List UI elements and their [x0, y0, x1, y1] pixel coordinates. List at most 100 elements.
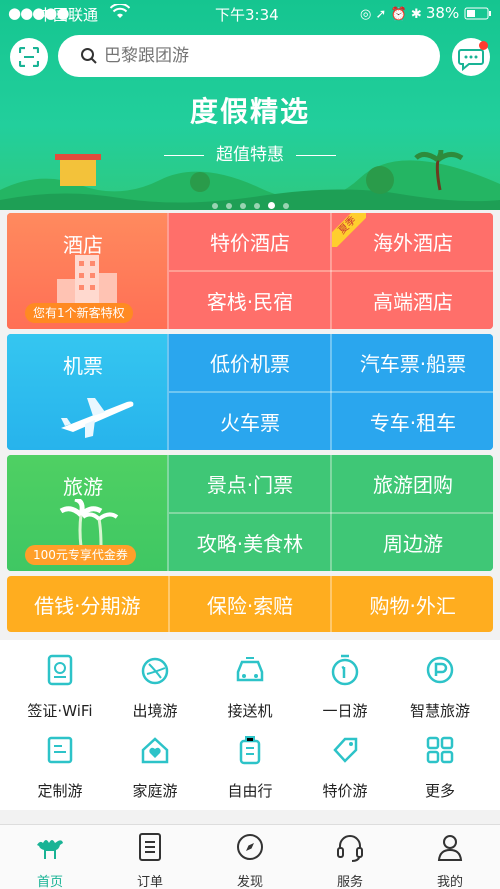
- tab-home[interactable]: 首页: [0, 831, 100, 889]
- message-button[interactable]: [452, 38, 490, 76]
- season-tag-text: 夏季: [332, 213, 366, 247]
- shortcut-day-trip[interactable]: 一日游: [295, 650, 395, 721]
- bus-ferry-tickets[interactable]: 汽车票·船票: [332, 334, 493, 391]
- clock: 下午3:34: [215, 6, 279, 24]
- flight-row: 机票 低价机票 汽车票·船票 火车票 专车·租车: [7, 334, 493, 450]
- shopping-forex[interactable]: 购物·外汇: [332, 576, 493, 632]
- tab-service[interactable]: 服务: [300, 831, 400, 889]
- family-icon: [141, 737, 169, 764]
- shortcut-more[interactable]: 更多: [390, 730, 490, 801]
- travel-coupon-badge[interactable]: 100元专享代金券: [25, 545, 136, 565]
- shortcut-discount-tour[interactable]: 特价游: [295, 730, 395, 801]
- battery-indicator: ◎ ➚ ⏰ ✱ 38%: [360, 4, 492, 22]
- palm-tree-icon: [59, 499, 119, 548]
- shortcut-outbound[interactable]: 出境游: [105, 650, 205, 721]
- carousel-dot[interactable]: [253, 203, 260, 209]
- price-tag-icon: [333, 737, 358, 763]
- guides-food[interactable]: 攻略·美食林: [169, 514, 331, 571]
- shortcut-label: 家庭游: [132, 782, 178, 800]
- shortcut-label: 定制游: [37, 782, 83, 800]
- nearby-trips[interactable]: 周边游: [332, 514, 493, 571]
- shortcut-grid: 签证·WiFi 出境游 接送机 一日游 智慧旅游 定制游 家庭游 自由行 特价游…: [0, 640, 500, 810]
- shortcut-smart-travel[interactable]: 智慧旅游: [390, 650, 490, 721]
- shortcut-label: 签证·WiFi: [27, 702, 93, 720]
- app-screen: ●●●●● 中国联通 下午3:34 ◎ ➚ ⏰ ✱ 38% 度假精选 超值特惠: [0, 0, 500, 889]
- custom-tour-icon: [47, 736, 73, 764]
- discount-hotel[interactable]: 特价酒店: [169, 213, 331, 270]
- luggage-icon: [239, 736, 261, 765]
- search-input[interactable]: [104, 43, 424, 69]
- shortcut-airport-transfer[interactable]: 接送机: [200, 650, 300, 721]
- hotel-building-icon: [57, 255, 117, 309]
- tab-label: 订单: [136, 875, 163, 889]
- smart-travel-icon: [426, 656, 454, 684]
- banner-title: 度假精选: [189, 95, 310, 128]
- divider: [167, 213, 169, 329]
- tab-discover[interactable]: 发现: [200, 831, 300, 889]
- divider: [330, 455, 332, 571]
- group-buy[interactable]: 旅游团购: [332, 455, 493, 512]
- carousel-dot[interactable]: [211, 203, 218, 209]
- premium-hotel[interactable]: 高端酒店: [332, 272, 493, 329]
- airplane-icon: [61, 398, 134, 438]
- shortcut-label: 自由行: [227, 782, 273, 800]
- battery-percent: 38%: [425, 4, 460, 22]
- insurance-claims[interactable]: 保险·索赔: [169, 576, 333, 632]
- hotel-promo-badge[interactable]: 您有1个新客特权: [25, 303, 133, 323]
- tab-label: 服务: [336, 875, 363, 889]
- inn-homestay[interactable]: 客栈·民宿: [169, 272, 331, 329]
- divider: [167, 334, 169, 450]
- notification-dot: [479, 41, 488, 50]
- compass-icon: [237, 834, 263, 860]
- flight-main-tile[interactable]: 机票: [7, 334, 167, 450]
- tab-bar: 首页 订单 发现 服务 我的: [0, 824, 500, 889]
- status-bar: ●●●●● 中国联通 下午3:34 ◎ ➚ ⏰ ✱ 38%: [0, 0, 500, 28]
- finance-row: 借钱·分期游 保险·索赔 购物·外汇: [7, 576, 493, 632]
- carousel-dot[interactable]: [225, 203, 232, 209]
- attraction-tickets[interactable]: 景点·门票: [169, 455, 331, 512]
- travel-row: 旅游 100元专享代金券 景点·门票 旅游团购 攻略·美食林 周边游: [7, 455, 493, 571]
- search-icon: [81, 48, 97, 64]
- divider: [330, 213, 332, 329]
- carousel-dot[interactable]: [282, 203, 289, 209]
- shortcut-label: 智慧旅游: [409, 702, 470, 720]
- service-grid: 酒店 您有1个新客特权 特价酒店 海外酒店 客栈·民宿 高端酒店 夏季 机票 低…: [7, 213, 493, 632]
- scan-button[interactable]: [10, 38, 48, 76]
- tab-label: 发现: [236, 875, 263, 889]
- outbound-icon: [141, 657, 169, 685]
- status-icons: ◎ ➚ ⏰ ✱: [360, 7, 426, 22]
- carousel-indicator: [0, 194, 500, 210]
- shortcut-family-tour[interactable]: 家庭游: [105, 730, 205, 801]
- travel-main-tile[interactable]: 旅游 100元专享代金券: [7, 455, 167, 571]
- grid-icon: [426, 736, 454, 764]
- hero-banner[interactable]: ●●●●● 中国联通 下午3:34 ◎ ➚ ⏰ ✱ 38% 度假精选 超值特惠: [0, 0, 500, 210]
- order-icon: [139, 833, 161, 861]
- hotel-row: 酒店 您有1个新客特权 特价酒店 海外酒店 客栈·民宿 高端酒店 夏季: [7, 213, 493, 329]
- car-icon: [236, 657, 264, 682]
- hotel-main-tile[interactable]: 酒店 您有1个新客特权: [7, 213, 167, 329]
- shortcut-label: 更多: [424, 782, 455, 800]
- shortcut-visa-wifi[interactable]: 签证·WiFi: [10, 650, 110, 721]
- carousel-dot[interactable]: [239, 203, 246, 209]
- headset-icon: [337, 835, 363, 862]
- visa-icon: [47, 654, 73, 686]
- tab-orders[interactable]: 订单: [100, 831, 200, 889]
- wifi-icon: [109, 2, 131, 24]
- car-rental[interactable]: 专车·租车: [332, 393, 493, 450]
- cheap-flights[interactable]: 低价机票: [169, 334, 331, 391]
- installment-loan[interactable]: 借钱·分期游: [7, 576, 170, 632]
- user-icon: [437, 835, 463, 861]
- shortcut-custom-tour[interactable]: 定制游: [10, 730, 110, 801]
- battery-icon: [464, 7, 491, 20]
- carousel-dot-active[interactable]: [267, 202, 275, 209]
- train-tickets[interactable]: 火车票: [169, 393, 331, 450]
- scan-icon: [19, 47, 39, 67]
- shortcut-label: 接送机: [227, 702, 273, 720]
- shortcut-independent-travel[interactable]: 自由行: [200, 730, 300, 801]
- flight-label: 机票: [63, 354, 103, 378]
- shortcut-label: 出境游: [132, 702, 178, 720]
- search-bar[interactable]: [58, 35, 440, 77]
- tab-profile[interactable]: 我的: [400, 831, 500, 889]
- carrier-label: 中国联通: [38, 6, 99, 24]
- shortcut-label: 一日游: [322, 702, 368, 720]
